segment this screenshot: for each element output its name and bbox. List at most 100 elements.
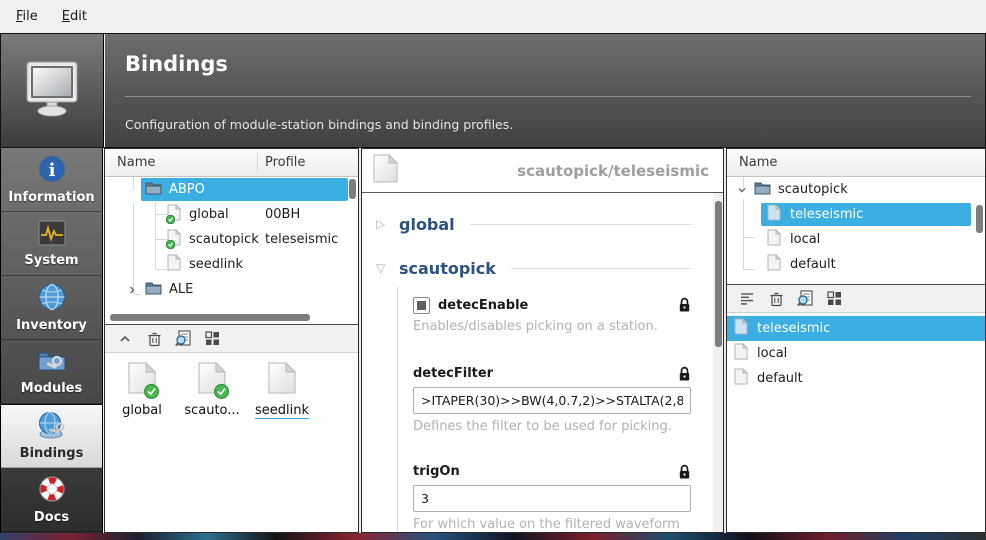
- section-rule: [511, 268, 691, 269]
- param-name: detecFilter: [413, 366, 493, 381]
- column-separator[interactable]: [257, 153, 258, 172]
- tree-row-label: local: [790, 232, 820, 247]
- menu-file[interactable]: File: [6, 5, 48, 28]
- tree-row-abpo[interactable]: ABPO: [105, 177, 358, 202]
- folder-icon: [754, 181, 771, 199]
- file-icon: [734, 318, 748, 339]
- horizontal-scrollbar[interactable]: [110, 314, 310, 321]
- chevron-right-icon[interactable]: [127, 285, 137, 295]
- param-detecFilter: detecFilter Defines the filter to be use…: [413, 366, 691, 434]
- section-global[interactable]: ▷ global: [376, 205, 691, 243]
- tree-row-ale[interactable]: ALE: [105, 277, 358, 302]
- sidebar-item-inventory[interactable]: Inventory: [1, 276, 102, 340]
- section-scautopick-body: detecEnable Enables/disables picking on …: [397, 287, 691, 532]
- page-subtitle: Configuration of module-station bindings…: [125, 117, 513, 132]
- tree-row-label: scautopick: [189, 232, 259, 247]
- delete-icon[interactable]: [767, 290, 785, 308]
- section-label: global: [399, 215, 455, 234]
- tree-row-global[interactable]: global 00BH: [105, 202, 358, 227]
- section-label: scautopick: [399, 259, 496, 278]
- file-item-global[interactable]: global: [111, 361, 173, 418]
- profile-file-icon: [197, 361, 227, 399]
- file-item-seedlink[interactable]: seedlink: [251, 361, 313, 419]
- sidebar-item-bindings[interactable]: Bindings: [1, 404, 102, 468]
- stations-panel: Name Profile: [104, 148, 359, 533]
- file-icon: [734, 343, 748, 364]
- sidebar-item-label: System: [24, 253, 78, 268]
- profile-value: teleseismic: [265, 232, 338, 247]
- main-area: Name Profile: [104, 148, 986, 533]
- menubar: File Edit: [0, 0, 986, 33]
- lock-icon[interactable]: [678, 297, 691, 317]
- file-item-label: scauto...: [184, 403, 239, 418]
- sidebar-item-label: Inventory: [16, 318, 87, 333]
- tree-row-scautopick[interactable]: scautopick: [727, 177, 985, 202]
- viewmode-icon[interactable]: [825, 290, 843, 308]
- section-icon-box: [1, 34, 104, 147]
- column-name[interactable]: Name: [105, 155, 155, 170]
- list-item-label: teleseismic: [757, 321, 830, 336]
- chevron-down-icon[interactable]: [127, 185, 137, 195]
- detecFilter-input[interactable]: [413, 387, 691, 414]
- file-icon: [267, 361, 297, 399]
- section-rule: [470, 224, 691, 225]
- triangle-right-icon[interactable]: ▷: [376, 217, 388, 231]
- tree-row-seedlink[interactable]: seedlink: [105, 252, 358, 277]
- list-item-local[interactable]: local: [727, 341, 985, 366]
- trigOn-input[interactable]: [413, 485, 691, 512]
- param-name: trigOn: [413, 464, 460, 479]
- column-profile[interactable]: Profile: [265, 155, 305, 170]
- tree-row-label: scautopick: [778, 182, 848, 197]
- section-scautopick[interactable]: ▽ scautopick: [376, 249, 691, 287]
- profile-file-icon: [127, 361, 157, 399]
- sidebar: i Information System Inventory: [0, 148, 103, 533]
- tree-row-teleseismic[interactable]: teleseismic: [727, 202, 985, 227]
- editor-title: scautopick/teleseismic: [399, 162, 713, 180]
- profiles-panel: Name scautopick: [726, 148, 986, 533]
- lock-icon[interactable]: [678, 464, 691, 484]
- detecEnable-checkbox[interactable]: [413, 297, 430, 314]
- param-description: For which value on the filtered waveform…: [413, 517, 691, 532]
- folder-icon: [145, 181, 162, 199]
- triangle-down-icon[interactable]: ▽: [376, 261, 388, 275]
- modules-icon: [37, 348, 67, 378]
- delete-icon[interactable]: [145, 330, 163, 348]
- collapse-icon[interactable]: [116, 330, 134, 348]
- file-icon: [767, 229, 781, 250]
- chevron-down-icon[interactable]: [737, 185, 747, 195]
- tree-row-default[interactable]: default: [727, 252, 985, 277]
- list-item-default[interactable]: default: [727, 366, 985, 391]
- svg-text:i: i: [48, 160, 55, 181]
- sidebar-item-system[interactable]: System: [1, 212, 102, 276]
- stations-tree-header: Name Profile: [105, 149, 358, 177]
- file-item-scautopick[interactable]: scauto...: [181, 361, 243, 418]
- sidebar-item-information[interactable]: i Information: [1, 148, 102, 212]
- tree-row-local[interactable]: local: [727, 227, 985, 252]
- profiles-list: teleseismic local defaul: [727, 313, 985, 532]
- preview-icon[interactable]: [174, 330, 192, 348]
- sidebar-item-docs[interactable]: Docs: [1, 468, 102, 532]
- tree-row-scautopick[interactable]: scautopick teleseismic: [105, 227, 358, 252]
- inventory-icon: [38, 283, 66, 315]
- viewmode-icon[interactable]: [203, 330, 221, 348]
- tree-row-label: default: [790, 257, 836, 272]
- file-icon: [767, 254, 781, 275]
- editor-panel: scautopick/teleseismic ▷ global ▽ scauto…: [361, 148, 724, 533]
- title-separator: [125, 96, 971, 97]
- docs-icon: [38, 475, 66, 507]
- folder-icon: [145, 281, 162, 299]
- sidebar-item-modules[interactable]: Modules: [1, 340, 102, 404]
- sidebar-item-label: Modules: [21, 381, 82, 396]
- profile-file-icon: [167, 229, 181, 250]
- column-name[interactable]: Name: [727, 155, 777, 170]
- lock-icon[interactable]: [678, 366, 691, 386]
- menu-edit[interactable]: Edit: [52, 5, 97, 28]
- vertical-scrollbar[interactable]: [976, 205, 983, 233]
- tree-row-label: seedlink: [189, 257, 243, 272]
- preview-icon[interactable]: [796, 290, 814, 308]
- list-item-teleseismic[interactable]: teleseismic: [727, 316, 985, 341]
- vertical-scrollbar[interactable]: [349, 179, 356, 199]
- list-view-icon[interactable]: [738, 290, 756, 308]
- vertical-scrollbar[interactable]: [715, 201, 722, 347]
- param-name: detecEnable: [438, 298, 528, 313]
